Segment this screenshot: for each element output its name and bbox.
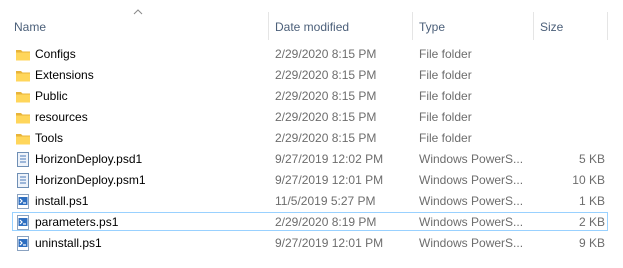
file-type: File folder <box>419 68 472 82</box>
column-divider[interactable] <box>268 12 269 40</box>
powershell-module-file-icon <box>15 173 31 188</box>
file-name: Configs <box>35 47 76 61</box>
file-size: 2 KB <box>578 215 605 229</box>
column-header-type[interactable]: Type <box>419 20 445 34</box>
file-type: Windows PowerS... <box>419 173 524 187</box>
file-type: File folder <box>419 89 472 103</box>
column-header-size[interactable]: Size <box>540 20 563 34</box>
file-name: parameters.ps1 <box>35 215 119 229</box>
file-date-modified: 2/29/2020 8:15 PM <box>275 68 377 82</box>
file-date-modified: 2/29/2020 8:19 PM <box>275 215 377 229</box>
file-row[interactable]: install.ps1 11/5/2019 5:27 PM Windows Powe… <box>0 191 623 212</box>
file-row[interactable]: Configs 2/29/2020 8:15 PM File folder <box>0 44 623 65</box>
powershell-script-icon <box>15 215 31 230</box>
file-row[interactable]: parameters.ps1 2/29/2020 8:19 PM Windows P… <box>0 212 623 233</box>
powershell-script-icon <box>15 194 31 209</box>
file-name: Extensions <box>35 68 94 82</box>
file-size: 9 KB <box>578 236 605 250</box>
file-name: HorizonDeploy.psd1 <box>35 152 143 166</box>
file-name: uninstall.ps1 <box>35 236 102 250</box>
file-date-modified: 2/29/2020 8:15 PM <box>275 110 377 124</box>
file-name: Public <box>35 89 68 103</box>
file-name: Tools <box>35 131 64 145</box>
file-size: 10 KB <box>572 173 605 187</box>
folder-icon <box>15 47 31 62</box>
file-type: File folder <box>419 47 472 61</box>
file-date-modified: 2/29/2020 8:15 PM <box>275 89 377 103</box>
folder-icon <box>15 131 31 146</box>
column-divider[interactable] <box>607 12 608 40</box>
file-date-modified: 2/29/2020 8:15 PM <box>275 131 377 145</box>
file-row[interactable]: Tools 2/29/2020 8:15 PM File folder <box>0 128 623 149</box>
file-row[interactable]: resources 2/29/2020 8:15 PM File folder <box>0 107 623 128</box>
file-type: Windows PowerS... <box>419 152 524 166</box>
file-size: 5 KB <box>578 152 605 166</box>
file-name: resources <box>35 110 88 124</box>
powershell-script-icon <box>15 236 31 251</box>
column-header-bar: Name Date modified Type Size <box>0 0 623 40</box>
file-date-modified: 9/27/2019 12:02 PM <box>275 152 384 166</box>
file-type: File folder <box>419 131 472 145</box>
file-type: Windows PowerS... <box>419 215 524 229</box>
file-size: 1 KB <box>578 194 605 208</box>
file-date-modified: 2/29/2020 8:15 PM <box>275 47 377 61</box>
file-row[interactable]: HorizonDeploy.psd1 9/27/2019 12:02 PM Wind… <box>0 149 623 170</box>
file-type: File folder <box>419 110 472 124</box>
column-divider[interactable] <box>533 12 534 40</box>
file-date-modified: 9/27/2019 12:01 PM <box>275 173 384 187</box>
column-header-date-modified[interactable]: Date modified <box>275 20 349 34</box>
file-name: install.ps1 <box>35 194 89 208</box>
powershell-data-file-icon <box>15 152 31 167</box>
file-row[interactable]: Public 2/29/2020 8:15 PM File folder <box>0 86 623 107</box>
column-header-name[interactable]: Name <box>14 20 46 34</box>
folder-icon <box>15 110 31 125</box>
file-row[interactable]: HorizonDeploy.psm1 9/27/2019 12:01 PM Wind… <box>0 170 623 191</box>
file-type: Windows PowerS... <box>419 236 524 250</box>
file-row[interactable]: Extensions 2/29/2020 8:15 PM File folder <box>0 65 623 86</box>
sort-up-caret-icon <box>133 9 143 15</box>
file-date-modified: 9/27/2019 12:01 PM <box>275 236 384 250</box>
file-date-modified: 11/5/2019 5:27 PM <box>275 194 376 208</box>
folder-icon <box>15 89 31 104</box>
column-divider[interactable] <box>412 12 413 40</box>
file-type: Windows PowerS... <box>419 194 524 208</box>
folder-icon <box>15 68 31 83</box>
file-name: HorizonDeploy.psm1 <box>35 173 146 187</box>
file-row[interactable]: uninstall.ps1 9/27/2019 12:01 PM Windows P… <box>0 233 623 254</box>
